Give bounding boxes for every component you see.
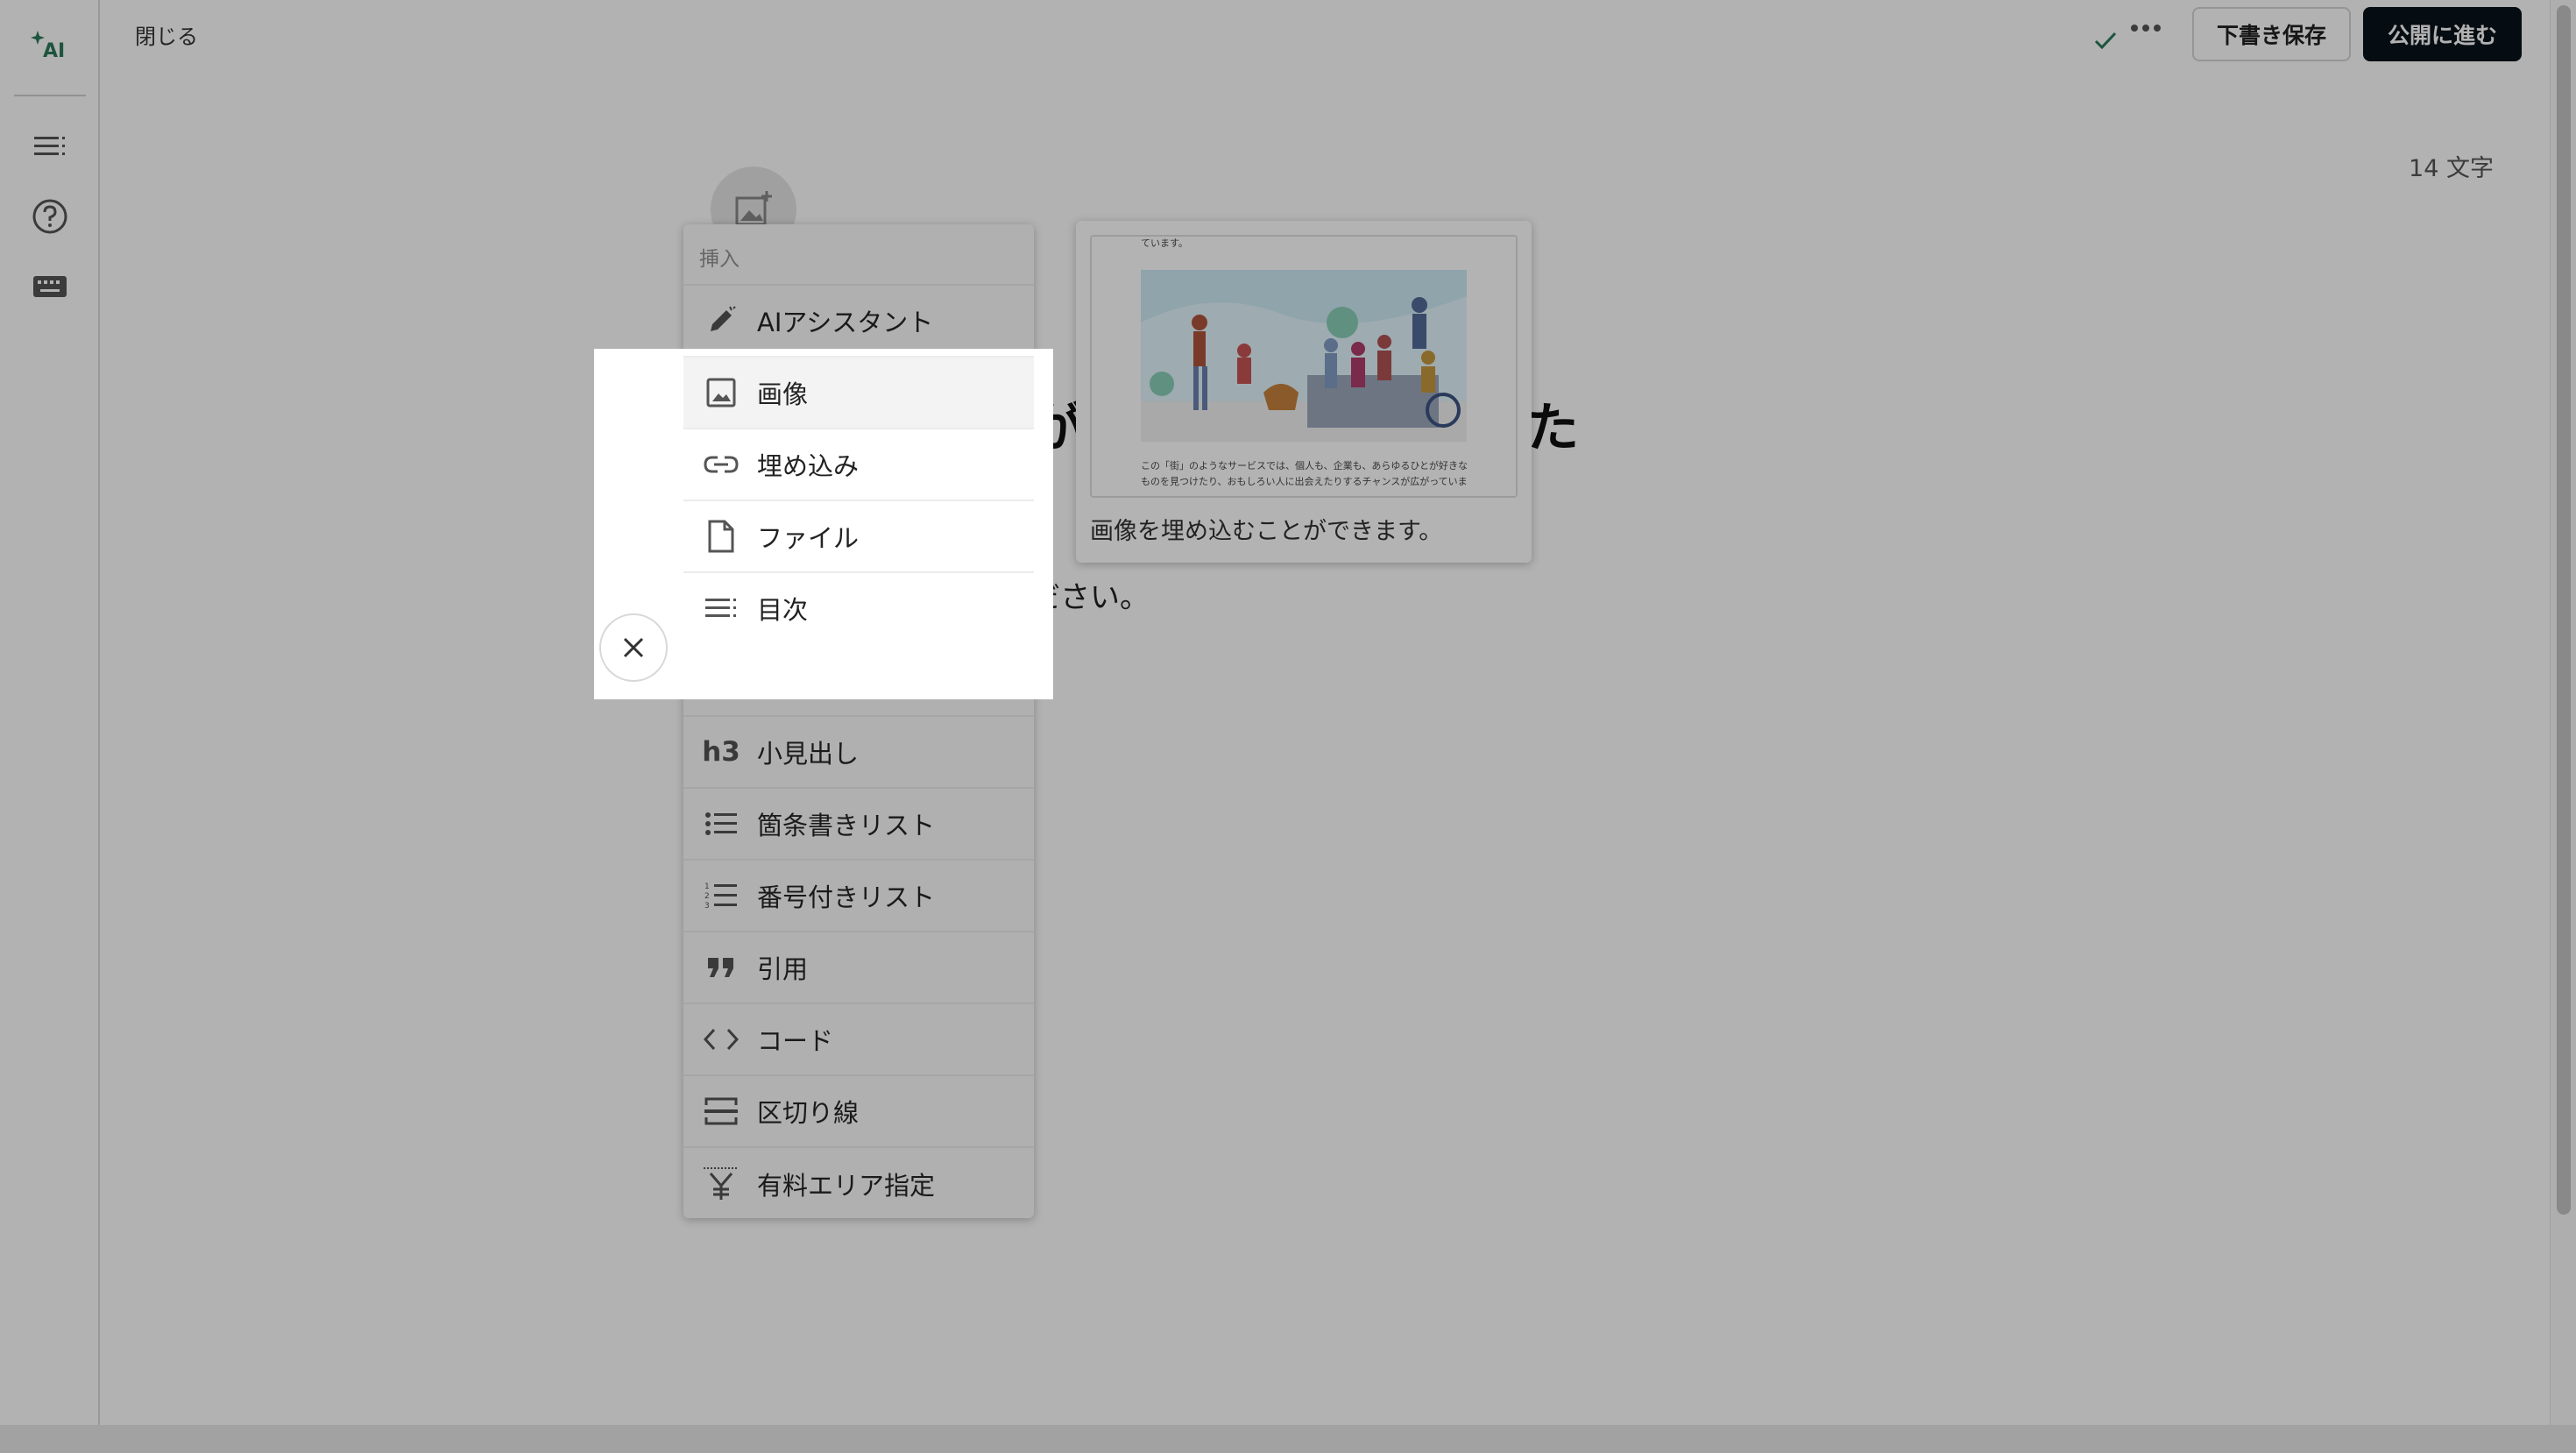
scrollbar-thumb[interactable] bbox=[2557, 5, 2571, 1215]
left-rail: AI bbox=[0, 0, 100, 1425]
bullet-list-icon bbox=[703, 805, 740, 842]
quote-icon bbox=[703, 949, 740, 986]
saved-check-icon bbox=[2094, 32, 2117, 50]
svg-text:2: 2 bbox=[704, 892, 710, 901]
image-icon bbox=[703, 374, 740, 411]
h3-icon-glyph: h3 bbox=[702, 736, 740, 768]
publish-button[interactable]: 公開に進む bbox=[2362, 7, 2522, 61]
preview-caption: 画像を埋め込むことができます。 bbox=[1090, 518, 1443, 545]
insert-item-divider[interactable]: 区切り線 bbox=[683, 1076, 1034, 1148]
insert-item-bullet-list[interactable]: 箇条書きリスト bbox=[683, 789, 1034, 861]
insert-item-pen[interactable]: AIアシスタント bbox=[683, 286, 1034, 358]
people-illustration bbox=[1141, 270, 1467, 442]
svg-text:1: 1 bbox=[704, 882, 710, 891]
numbered-list-icon: 123 bbox=[703, 877, 740, 914]
close-link[interactable]: 閉じる bbox=[135, 19, 198, 50]
insert-item-label: ファイル bbox=[757, 523, 860, 553]
bottom-bar bbox=[0, 1425, 2576, 1453]
svg-text:AI: AI bbox=[43, 40, 65, 62]
yen-icon bbox=[703, 1166, 740, 1202]
insert-item-h3[interactable]: h3 小見出し bbox=[683, 717, 1034, 789]
insert-item-label: 画像 bbox=[757, 379, 809, 409]
scrollbar[interactable] bbox=[2550, 0, 2576, 1425]
insert-menu-header: 挿入 bbox=[683, 224, 1034, 286]
more-options-icon[interactable] bbox=[2129, 19, 2162, 37]
close-insert-menu-button[interactable] bbox=[599, 613, 668, 682]
modal-overlay bbox=[0, 0, 2576, 1453]
insert-item-link[interactable]: 埋め込み bbox=[683, 429, 1034, 501]
file-icon bbox=[703, 518, 740, 555]
insert-item-numbered-list[interactable]: 123 番号付きリスト bbox=[683, 861, 1034, 932]
preview-top-text: ています。 bbox=[1141, 237, 1188, 249]
editor-app: AI 閉じる 下書き保存 公開に進む 14 文字 が た ださい。 挿入 AIア… bbox=[0, 0, 2576, 1453]
link-icon bbox=[703, 446, 740, 483]
help-icon[interactable] bbox=[28, 195, 72, 238]
divider-icon bbox=[703, 1093, 740, 1130]
close-icon bbox=[623, 637, 644, 658]
toc-icon[interactable] bbox=[28, 124, 72, 168]
toc-icon bbox=[703, 590, 740, 627]
char-count: 14 文字 bbox=[2409, 155, 2494, 182]
insert-preview-card: ています。 この「街」のようなサービスでは、個人も、企業も、あらゆるひとが好きな… bbox=[1076, 221, 1532, 563]
keyboard-icon[interactable] bbox=[28, 265, 72, 308]
insert-item-file[interactable]: ファイル bbox=[683, 501, 1034, 573]
insert-item-code[interactable]: コード bbox=[683, 1004, 1034, 1076]
preview-body-line-1: この「街」のようなサービスでは、個人も、企業も、あらゆるひとが好きな bbox=[1141, 460, 1468, 471]
ai-assistant-icon[interactable]: AI bbox=[28, 23, 72, 67]
insert-item-label: 番号付きリスト bbox=[757, 882, 936, 912]
insert-item-label: コード bbox=[757, 1026, 834, 1056]
insert-item-image[interactable]: 画像 bbox=[683, 358, 1034, 429]
insert-item-toc[interactable]: 目次 bbox=[683, 573, 1034, 636]
insert-item-label: 目次 bbox=[757, 595, 809, 625]
rail-divider bbox=[14, 95, 86, 96]
h3-icon: h3 bbox=[702, 734, 740, 770]
insert-item-label: 区切り線 bbox=[757, 1098, 860, 1128]
insert-item-yen[interactable]: 有料エリア指定 bbox=[683, 1148, 1034, 1220]
preview-body-line-2: ものを見つけたり、おもしろい人に出会えたりするチャンスが広がっていま bbox=[1141, 476, 1468, 487]
preview-image: ています。 この「街」のようなサービスでは、個人も、企業も、あらゆるひとが好きな… bbox=[1090, 235, 1518, 498]
insert-item-label: 引用 bbox=[757, 954, 809, 984]
pen-icon bbox=[703, 302, 740, 339]
header-actions: 下書き保存 公開に進む bbox=[2091, 7, 2522, 61]
insert-item-quote[interactable]: 引用 bbox=[683, 932, 1034, 1004]
code-icon bbox=[703, 1021, 740, 1058]
insert-item-label: 有料エリア指定 bbox=[757, 1171, 936, 1201]
svg-text:3: 3 bbox=[704, 902, 710, 911]
insert-item-label: 小見出し bbox=[757, 739, 860, 769]
save-draft-button[interactable]: 下書き保存 bbox=[2191, 7, 2351, 61]
title-text-right[interactable]: た bbox=[1526, 386, 1579, 462]
insert-item-label: AIアシスタント bbox=[757, 308, 934, 337]
insert-item-label: 埋め込み bbox=[757, 451, 860, 481]
insert-item-label: 箇条書きリスト bbox=[757, 811, 936, 840]
